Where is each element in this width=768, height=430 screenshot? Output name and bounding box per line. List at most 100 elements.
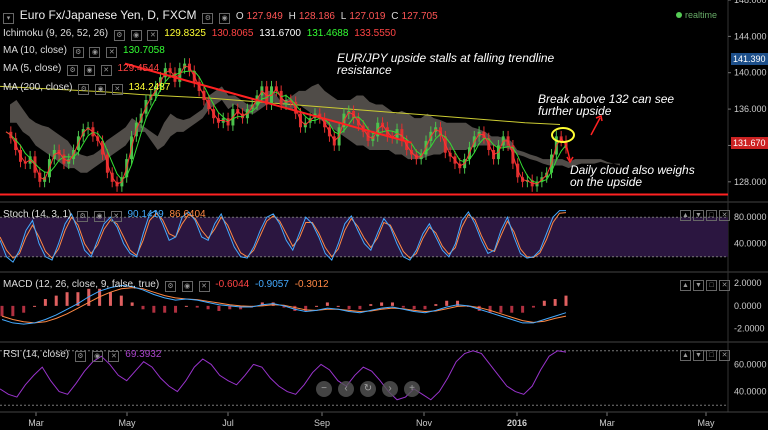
macd-pane-controls[interactable]: ▲ ▼ □ ✕ [680, 278, 732, 291]
settings-icon[interactable]: ⚙ [78, 84, 90, 95]
eye-icon[interactable]: ◉ [95, 84, 107, 95]
macd-histogram-bar [412, 305, 416, 310]
macd-histogram-bar [336, 305, 340, 307]
macd-histogram-bar [488, 305, 492, 313]
ma200-label: MA (200, close) [3, 82, 73, 93]
ma10-label: MA (10, close) [3, 45, 67, 56]
close-icon[interactable]: ✕ [111, 84, 123, 95]
trendline-annotation-line-2: resistance [337, 63, 392, 77]
eye-icon[interactable]: ◉ [83, 65, 95, 76]
macd-histogram-bar [325, 302, 329, 306]
ohlc-high-key: H [288, 11, 296, 22]
stoch-pane-controls[interactable]: ▲ ▼ □ ✕ [680, 208, 732, 221]
rsi-tick-label: 40.0000 [734, 387, 767, 397]
settings-icon[interactable]: ⚙ [113, 30, 125, 41]
macd-legend[interactable]: MACD (12, 26, close, 9, false, true) ⚙ ◉… [3, 279, 332, 292]
eye-icon[interactable]: ◉ [91, 351, 103, 362]
maximize-icon[interactable]: □ [706, 280, 717, 291]
rsi-legend[interactable]: RSI (14, close) ⚙ ◉ ✕ 69.3932 [3, 349, 164, 362]
reset-view-button[interactable]: ↻ [360, 381, 376, 397]
ohlc-close-key: C [391, 11, 399, 22]
zoom-in-button[interactable]: + [404, 381, 420, 397]
ma200-price-tag: 141.390 [731, 53, 768, 65]
chart-navigation[interactable]: − ‹ ↻ › + [316, 378, 426, 397]
scroll-right-button[interactable]: › [382, 381, 398, 397]
close-icon[interactable]: ✕ [719, 280, 730, 291]
close-icon[interactable]: ✕ [100, 65, 112, 76]
macd-histogram-bar [445, 300, 449, 306]
ma10-legend[interactable]: MA (10, close) ⚙ ◉ ✕ 130.7058 [3, 45, 168, 58]
move-up-icon[interactable]: ▲ [680, 210, 691, 221]
ma200-legend[interactable]: MA (200, close) ⚙ ◉ ✕ 134.2487 [3, 82, 173, 95]
settings-icon[interactable]: ⚙ [77, 211, 89, 222]
close-icon[interactable]: ✕ [719, 210, 730, 221]
move-down-icon[interactable]: ▼ [693, 350, 704, 361]
move-up-icon[interactable]: ▲ [680, 350, 691, 361]
macd-histogram-bar [43, 299, 47, 306]
settings-icon[interactable]: ⚙ [202, 13, 214, 24]
macd-histogram-bar [33, 305, 37, 307]
ichimoku-value-2: 130.8065 [211, 28, 254, 39]
close-icon[interactable]: ✕ [719, 350, 730, 361]
macd-histogram-bar [553, 299, 557, 306]
macd-histogram-bar [217, 305, 221, 311]
macd-histogram-bar [0, 305, 4, 317]
macd-histogram-bar [499, 305, 503, 313]
macd-histogram-bar [369, 304, 373, 306]
time-tick-label: Mar [28, 418, 44, 428]
eye-icon[interactable]: ◉ [93, 211, 105, 222]
eye-icon[interactable]: ◉ [181, 281, 193, 292]
ma10-value: 130.7058 [123, 45, 165, 56]
close-icon[interactable]: ✕ [106, 47, 118, 58]
ma5-legend[interactable]: MA (5, close) ⚙ ◉ ✕ 129.4544 [3, 63, 162, 76]
macd-line-value: -0.9057 [255, 279, 289, 290]
macd-histogram-bar [542, 300, 546, 306]
zoom-out-button[interactable]: − [316, 381, 332, 397]
macd-histogram-bar [347, 305, 351, 310]
macd-histogram-bar [434, 304, 438, 306]
macd-histogram-bar [119, 295, 123, 306]
move-up-icon[interactable]: ▲ [680, 280, 691, 291]
eye-icon[interactable]: ◉ [130, 30, 142, 41]
close-icon[interactable]: ✕ [110, 211, 122, 222]
move-down-icon[interactable]: ▼ [693, 280, 704, 291]
stoch-tick-label: 40.0000 [734, 239, 767, 249]
collapse-icon[interactable]: ▾ [3, 13, 14, 24]
scroll-left-button[interactable]: ‹ [338, 381, 354, 397]
eye-icon[interactable]: ◉ [89, 47, 101, 58]
stoch-legend[interactable]: Stoch (14, 3, 1) ⚙ ◉ ✕ 90.1419 86.6404 [3, 209, 209, 222]
ichimoku-legend[interactable]: Ichimoku (9, 26, 52, 26) ⚙ ◉ ✕ 129.8325 … [3, 28, 399, 41]
macd-histogram-bar [390, 302, 394, 306]
ohlc-high-value: 128.186 [298, 11, 335, 22]
macd-histogram-bar [423, 305, 427, 310]
maximize-icon[interactable]: □ [706, 210, 717, 221]
rsi-value: 69.3932 [125, 349, 162, 360]
macd-hist-value: -0.6044 [215, 279, 250, 290]
macd-histogram-bar [510, 305, 514, 313]
settings-icon[interactable]: ⚙ [67, 65, 79, 76]
macd-histogram-bar [22, 305, 26, 313]
close-icon[interactable]: ✕ [108, 351, 120, 362]
price-tick-label: 136.000 [734, 104, 767, 114]
eye-icon[interactable]: ◉ [219, 13, 231, 24]
macd-label: MACD (12, 26, close, 9, false, true) [3, 279, 160, 290]
macd-histogram-bar [521, 305, 525, 313]
stoch-label: Stoch (14, 3, 1) [3, 209, 72, 220]
realtime-badge: realtime [676, 10, 717, 20]
maximize-icon[interactable]: □ [706, 350, 717, 361]
macd-histogram-bar [54, 295, 58, 306]
rsi-pane-controls[interactable]: ▲ ▼ □ ✕ [680, 348, 732, 361]
settings-icon[interactable]: ⚙ [164, 281, 176, 292]
time-tick-label: Nov [416, 418, 433, 428]
ohlc-open-key: O [235, 11, 244, 22]
macd-histogram-bar [195, 305, 199, 308]
move-down-icon[interactable]: ▼ [693, 210, 704, 221]
settings-icon[interactable]: ⚙ [72, 47, 84, 58]
symbol-label: Euro Fx/Japanese Yen, D, FXCM [19, 8, 197, 22]
close-icon[interactable]: ✕ [198, 281, 210, 292]
settings-icon[interactable]: ⚙ [74, 351, 86, 362]
close-icon[interactable]: ✕ [147, 30, 159, 41]
time-tick-label: May [697, 418, 715, 428]
price-tick-label: 148.000 [734, 0, 767, 5]
macd-histogram-bar [108, 292, 112, 306]
